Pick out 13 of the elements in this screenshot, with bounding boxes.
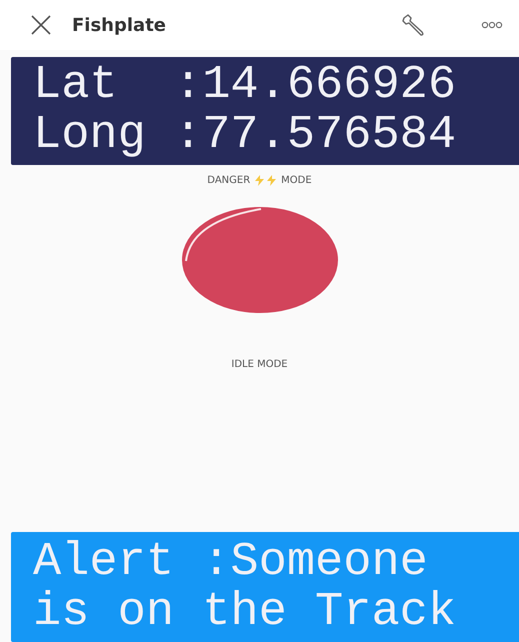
danger-label: DANGER bbox=[207, 175, 250, 186]
alert-text: Alert :Someone bbox=[33, 538, 429, 588]
alert-text: is on the Track bbox=[33, 588, 458, 638]
app-title: Fishplate bbox=[72, 14, 168, 36]
danger-label: MODE bbox=[281, 175, 312, 186]
coordinate-text: Long :77.576584 bbox=[33, 111, 458, 161]
danger-button[interactable] bbox=[180, 206, 338, 314]
idle-label: IDLE MODE bbox=[230, 359, 289, 370]
lightning-icon bbox=[267, 175, 276, 186]
close-icon[interactable] bbox=[30, 14, 52, 36]
more-icon[interactable] bbox=[481, 21, 503, 29]
coordinate-text: Lat :14.666926 bbox=[33, 61, 458, 111]
lightning-icon bbox=[255, 175, 264, 186]
